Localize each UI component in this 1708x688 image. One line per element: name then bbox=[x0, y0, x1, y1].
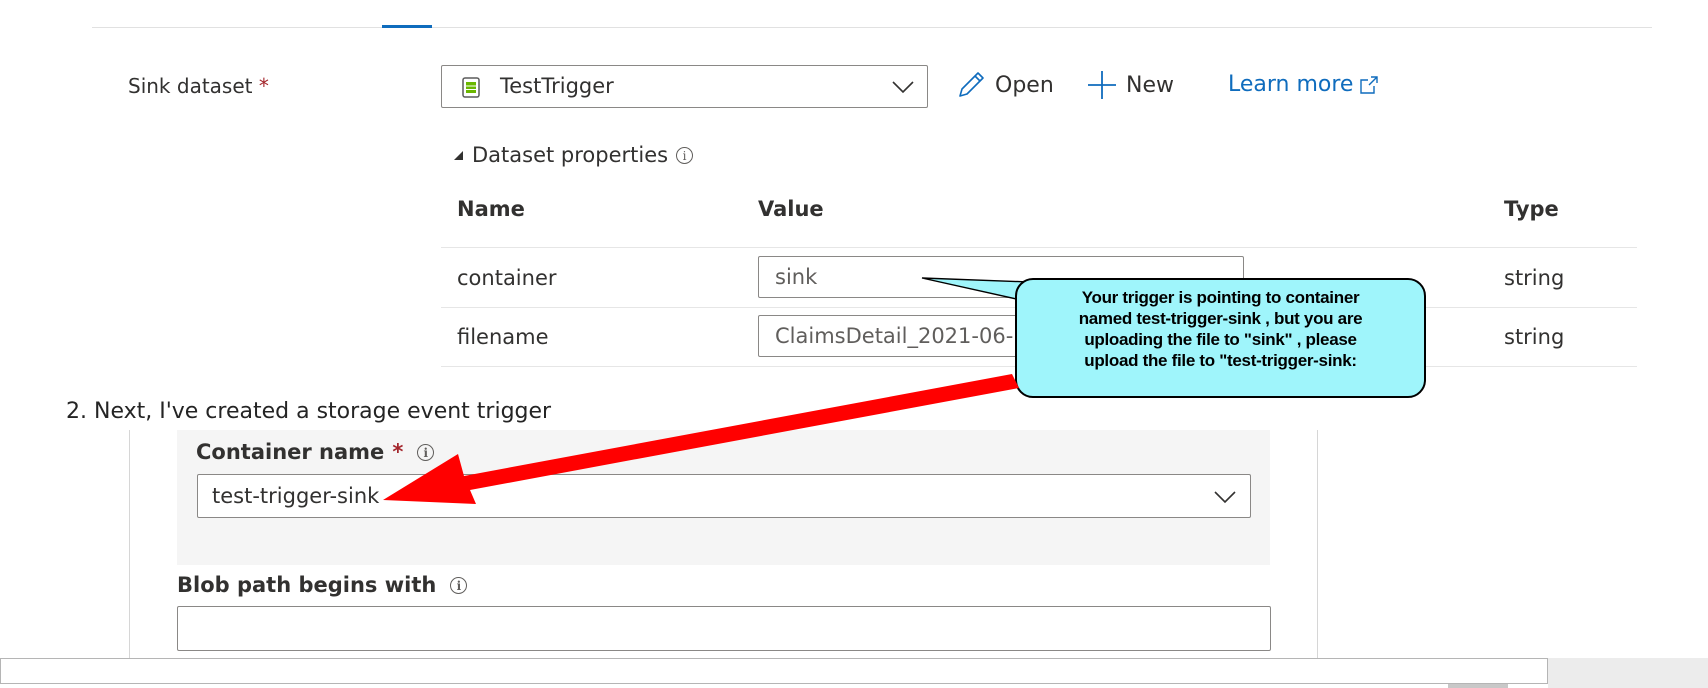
horizontal-scrollbar[interactable] bbox=[0, 658, 1548, 684]
annotation-arrow bbox=[383, 374, 1019, 504]
scrollbar-corner bbox=[1548, 658, 1708, 688]
scrollbar-thumb[interactable] bbox=[1448, 684, 1508, 688]
